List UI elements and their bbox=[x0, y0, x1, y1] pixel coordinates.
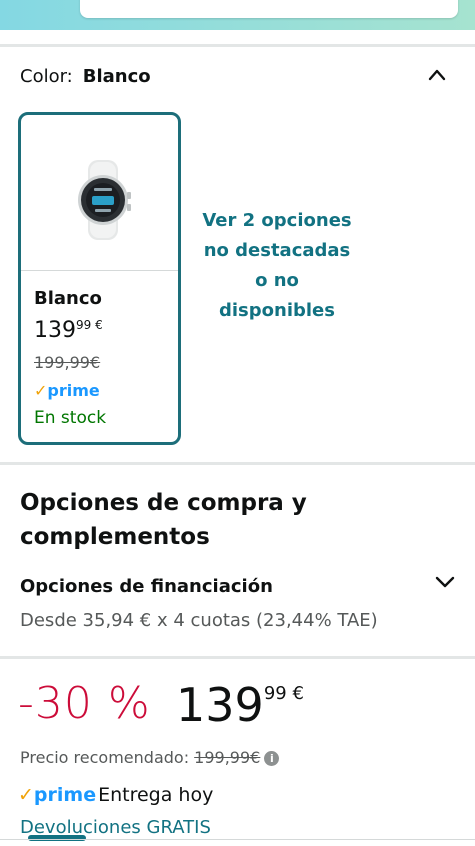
section-divider bbox=[0, 462, 475, 465]
delivery-row: ✓prime Entrega hoy bbox=[18, 784, 213, 806]
prime-check-icon: ✓ bbox=[34, 381, 48, 400]
color-label: Color: bbox=[20, 66, 73, 87]
financing-title[interactable]: Opciones de financiación bbox=[20, 576, 273, 597]
current-price: 13999 € bbox=[176, 678, 304, 732]
financing-detail: Desde 35,94 € x 4 cuotas (23,44% TAE) bbox=[20, 610, 378, 631]
info-icon[interactable]: i bbox=[264, 751, 280, 766]
price-whole: 139 bbox=[176, 678, 264, 732]
recommended-label: Precio recomendado: bbox=[20, 748, 190, 767]
prime-check-icon: ✓ bbox=[18, 784, 34, 806]
bottom-divider bbox=[0, 839, 475, 840]
price-fraction: 99 € bbox=[263, 683, 304, 704]
search-bar[interactable] bbox=[80, 0, 458, 18]
delivery-text: Entrega hoy bbox=[98, 784, 214, 806]
swatch-old-price: 199,99€ bbox=[34, 353, 101, 372]
chevron-up-icon[interactable] bbox=[428, 66, 446, 84]
section-divider bbox=[0, 656, 475, 659]
prime-label: prime bbox=[33, 784, 97, 806]
swatch-price: 13999 € bbox=[34, 318, 103, 343]
swatch-name: Blanco bbox=[34, 288, 102, 309]
unavailable-options-link[interactable]: Ver 2 opciones no destacadas o no dispon… bbox=[200, 206, 354, 326]
swatch-prime-badge: ✓prime bbox=[34, 381, 100, 400]
swatch-stock-status: En stock bbox=[34, 408, 107, 428]
recommended-price: 199,99€ bbox=[194, 748, 261, 767]
selected-color: Blanco bbox=[82, 66, 151, 87]
prime-label: prime bbox=[47, 381, 100, 400]
watch-product-image bbox=[78, 160, 131, 240]
recommended-price-row: Precio recomendado: 199,99€ i bbox=[20, 748, 280, 767]
scroll-indicator bbox=[28, 835, 86, 841]
purchase-options-title: Opciones de compra y complementos bbox=[20, 490, 307, 550]
discount-percentage: -30 % bbox=[18, 678, 151, 729]
chevron-down-icon[interactable] bbox=[434, 574, 456, 590]
swatch-image-area bbox=[21, 115, 178, 271]
swatch-price-fraction: 99 € bbox=[76, 318, 103, 332]
swatch-price-whole: 139 bbox=[34, 318, 76, 343]
color-swatch-blanco[interactable]: Blanco 13999 € 199,99€ ✓prime En stock bbox=[18, 112, 181, 445]
color-selector-header: Color: Blanco bbox=[20, 66, 151, 87]
section-divider bbox=[0, 44, 475, 47]
